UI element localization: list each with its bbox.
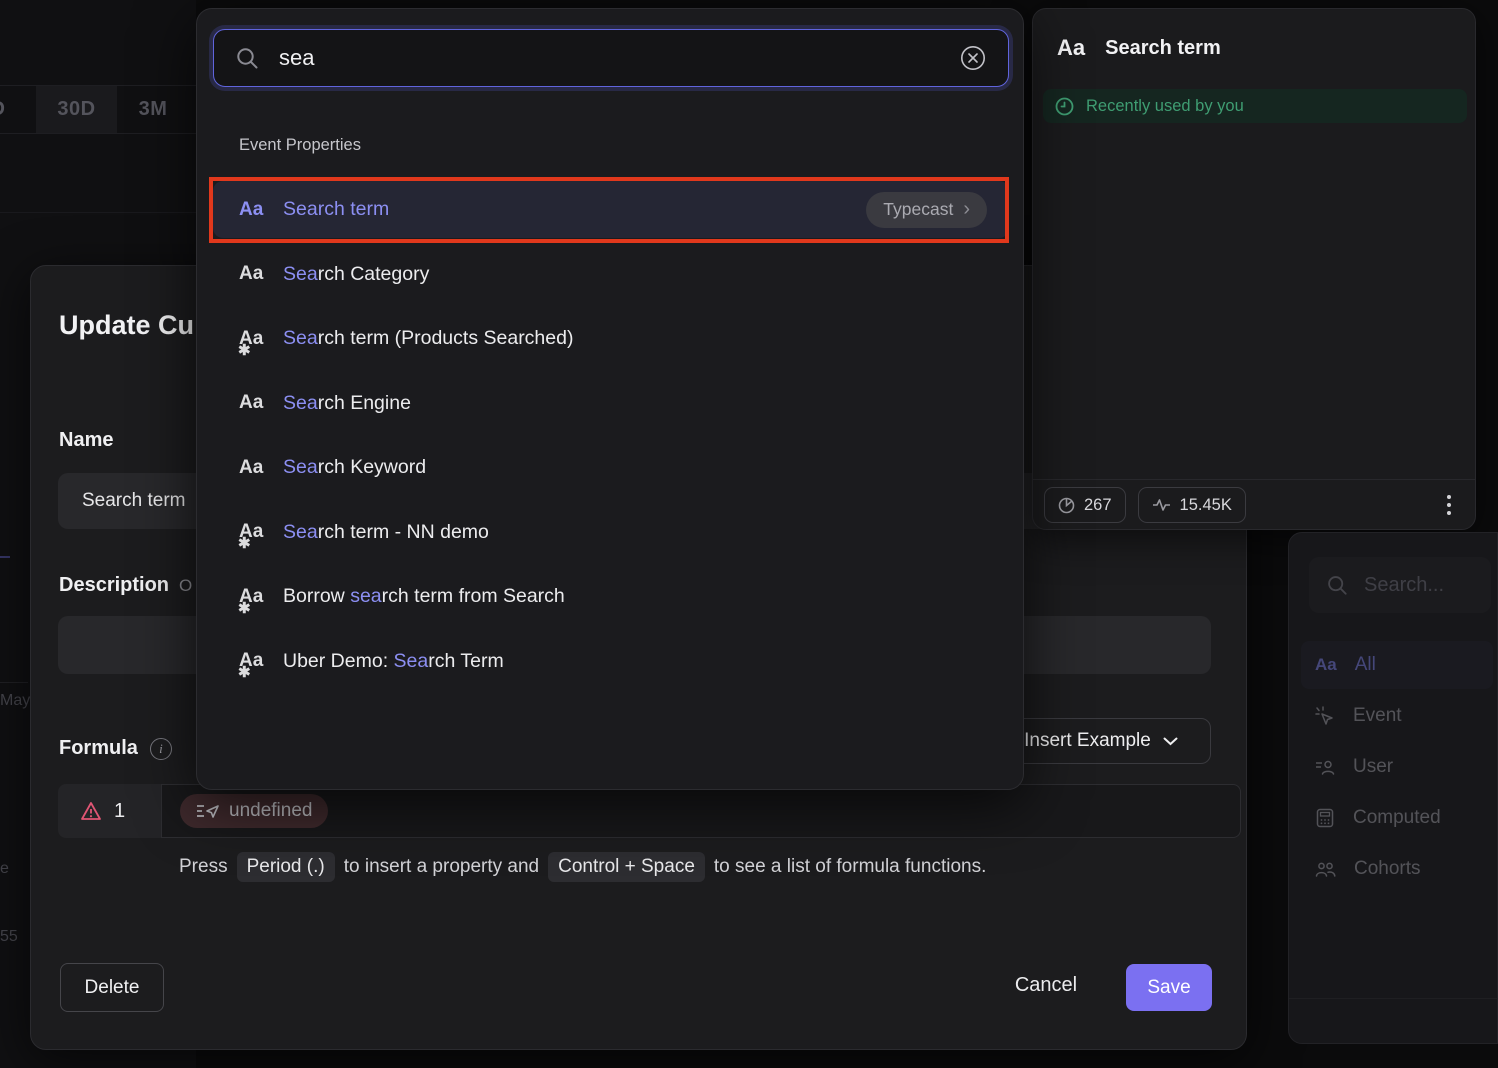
recently-used-badge: Recently used by you xyxy=(1043,89,1467,123)
string-type-icon: Aa✱ xyxy=(239,650,269,672)
string-type-icon: Aa✱ xyxy=(239,199,269,221)
result-search-category[interactable]: Aa✱ Search Category xyxy=(213,246,1009,303)
formula-error-gutter: 1 xyxy=(58,784,161,838)
result-search-term[interactable]: Aa✱ Search term Typecast› xyxy=(213,181,1009,238)
string-type-icon: Aa✱ xyxy=(239,457,269,479)
string-type-icon: Aa✱ xyxy=(239,521,269,543)
insert-example-button[interactable]: Insert Example xyxy=(991,718,1211,764)
undefined-chip-label: undefined xyxy=(229,800,312,822)
sidebar-item-all[interactable]: Aa All xyxy=(1301,641,1493,689)
insert-example-label: Insert Example xyxy=(1024,730,1151,752)
delete-button[interactable]: Delete xyxy=(60,963,164,1012)
string-type-icon: Aa✱ xyxy=(239,328,269,350)
undefined-property-chip[interactable]: undefined xyxy=(180,794,328,828)
search-input[interactable]: sea xyxy=(213,29,1009,87)
name-input-value: Search term xyxy=(82,490,185,512)
kbd-period: Period (.) xyxy=(237,852,335,882)
time-range-7d[interactable]: D xyxy=(0,86,22,133)
error-line-number: 1 xyxy=(114,800,125,823)
axis-label-e: e xyxy=(0,860,9,878)
string-type-icon: Aa✱ xyxy=(239,392,269,414)
chevron-right-icon: › xyxy=(963,198,970,221)
computed-icon xyxy=(1315,808,1335,828)
event-cursor-icon xyxy=(1315,706,1335,726)
result-search-term-products[interactable]: Aa✱ Search term (Products Searched) xyxy=(213,310,1009,367)
name-label: Name xyxy=(59,429,113,452)
results-list: Aa✱ Search term Typecast› Aa✱ Search Cat… xyxy=(213,181,1009,697)
description-label: Description xyxy=(59,574,169,597)
chart-line-fragment xyxy=(0,556,10,558)
result-uber-demo-search-term[interactable]: Aa✱ Uber Demo: Search Term xyxy=(213,633,1009,690)
sidebar-search-input[interactable]: Search... xyxy=(1309,557,1491,613)
formula-input[interactable]: undefined xyxy=(161,784,1241,838)
cancel-button[interactable]: Cancel xyxy=(991,974,1101,997)
sidebar-item-user[interactable]: User xyxy=(1301,743,1493,791)
typecast-badge[interactable]: Typecast› xyxy=(866,192,987,228)
stat-value: 267 xyxy=(1084,496,1112,515)
string-type-icon: Aa xyxy=(1315,655,1337,675)
detail-panel-title: Search term xyxy=(1105,37,1221,60)
custom-star-icon: ✱ xyxy=(238,341,251,359)
divider xyxy=(1033,479,1475,480)
search-icon xyxy=(1327,575,1348,596)
custom-star-icon: ✱ xyxy=(238,534,251,552)
unique-values-stat[interactable]: 267 xyxy=(1044,487,1126,523)
save-button[interactable]: Save xyxy=(1126,964,1212,1011)
description-optional-label: O xyxy=(179,576,192,596)
info-icon[interactable]: i xyxy=(150,738,172,760)
result-borrow-search-term[interactable]: Aa✱ Borrow search term from Search xyxy=(213,568,1009,625)
sidebar-item-computed[interactable]: Computed xyxy=(1301,794,1493,842)
section-header: Event Properties xyxy=(239,136,361,155)
result-search-term-nn-demo[interactable]: Aa✱ Search term - NN demo xyxy=(213,504,1009,561)
pie-chart-icon xyxy=(1058,497,1075,514)
clear-search-icon[interactable] xyxy=(960,45,986,71)
string-type-icon: Aa✱ xyxy=(239,586,269,608)
search-icon xyxy=(236,47,259,70)
property-detail-panel: Aa Search term Recently used by you 267 … xyxy=(1032,8,1476,530)
time-range-3m[interactable]: 3M xyxy=(117,86,189,133)
property-search-dropdown: sea Event Properties Aa✱ Search term Typ… xyxy=(196,8,1024,790)
kbd-control-space: Control + Space xyxy=(548,852,705,882)
sidebar-search-placeholder: Search... xyxy=(1364,574,1444,597)
custom-star-icon: ✱ xyxy=(238,663,251,681)
chevron-down-icon xyxy=(1163,737,1178,746)
cohorts-icon xyxy=(1315,860,1336,878)
custom-event-icon xyxy=(196,803,220,819)
string-type-icon: Aa✱ xyxy=(239,263,269,285)
result-search-engine[interactable]: Aa✱ Search Engine xyxy=(213,375,1009,432)
sidebar-item-event[interactable]: Event xyxy=(1301,692,1493,740)
event-count-stat[interactable]: 15.45K xyxy=(1138,487,1246,523)
search-query-text: sea xyxy=(279,45,940,71)
divider xyxy=(1289,998,1497,999)
user-icon xyxy=(1315,757,1335,777)
more-options-kebab[interactable] xyxy=(1431,487,1467,523)
modal-title: Update Cu xyxy=(59,310,194,341)
pulse-icon xyxy=(1152,498,1171,512)
string-type-icon: Aa xyxy=(1057,35,1085,61)
sidebar-item-cohorts[interactable]: Cohorts xyxy=(1301,845,1493,893)
axis-label-55: 55 xyxy=(0,928,18,946)
property-type-sidebar: Search... Aa All Event User Computed Coh… xyxy=(1288,532,1498,1044)
custom-star-icon: ✱ xyxy=(238,599,251,617)
stat-value: 15.45K xyxy=(1180,496,1232,515)
axis-label-may: May xyxy=(0,692,30,710)
formula-label: Formula xyxy=(59,737,138,760)
time-range-30d[interactable]: 30D xyxy=(36,86,117,133)
result-search-keyword[interactable]: Aa✱ Search Keyword xyxy=(213,439,1009,496)
clock-icon xyxy=(1055,97,1074,116)
formula-hint: Press Period (.) to insert a property an… xyxy=(179,852,986,882)
warning-icon xyxy=(80,801,102,821)
